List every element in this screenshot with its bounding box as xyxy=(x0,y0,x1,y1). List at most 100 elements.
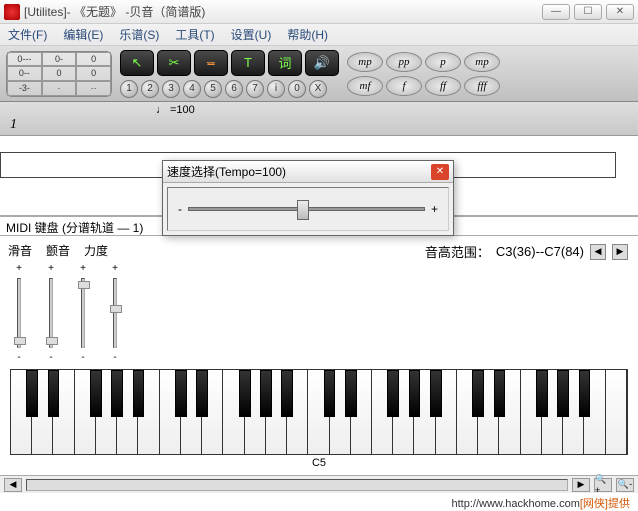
tempo-slider-thumb[interactable] xyxy=(297,200,309,220)
dynamic-button[interactable]: mp xyxy=(464,52,500,72)
vibrato-slider[interactable] xyxy=(49,278,53,348)
velocity-label: 力度 xyxy=(84,242,108,259)
menu-edit[interactable]: 编辑(E) xyxy=(59,24,107,45)
close-button[interactable]: ✕ xyxy=(606,4,634,20)
duration-cell[interactable]: -3- xyxy=(7,81,42,96)
pitch-left-button[interactable]: ◀ xyxy=(590,244,606,260)
menu-setup[interactable]: 设置(U) xyxy=(227,24,276,45)
black-key[interactable] xyxy=(557,370,569,417)
status-bar: ◀ ▶ 🔍+ 🔍- xyxy=(0,475,638,493)
black-key[interactable] xyxy=(196,370,208,417)
duration-cell[interactable]: · xyxy=(42,81,77,96)
black-key[interactable] xyxy=(324,370,336,417)
pointer-tool[interactable]: ↖ xyxy=(120,50,154,76)
num-button[interactable]: X xyxy=(309,80,327,98)
menu-file[interactable]: 文件(F) xyxy=(4,24,51,45)
black-key[interactable] xyxy=(239,370,251,417)
pitch-range-label: 音高范围： xyxy=(425,242,490,261)
zoom-out-button[interactable]: 🔍- xyxy=(616,478,634,492)
menu-bar: 文件(F) 编辑(E) 乐谱(S) 工具(T) 设置(U) 帮助(H) xyxy=(0,24,638,46)
pitch-right-button[interactable]: ▶ xyxy=(612,244,628,260)
num-button[interactable]: 4 xyxy=(183,80,201,98)
duration-cell[interactable]: 0 xyxy=(76,66,111,81)
sound-tool[interactable]: 🔊 xyxy=(305,50,339,76)
cut-tool[interactable]: ✂ xyxy=(157,50,191,76)
plus-icon: + xyxy=(16,263,22,274)
num-button[interactable]: 0 xyxy=(288,80,306,98)
black-key[interactable] xyxy=(26,370,38,417)
hscrollbar[interactable] xyxy=(26,479,568,491)
black-key[interactable] xyxy=(579,370,591,417)
scroll-left-button[interactable]: ◀ xyxy=(4,478,22,492)
duration-cell[interactable]: 0 xyxy=(42,66,77,81)
num-button[interactable]: 6 xyxy=(225,80,243,98)
black-key[interactable] xyxy=(494,370,506,417)
vibrato-thumb[interactable] xyxy=(46,337,58,345)
lyric-tool[interactable]: 词 xyxy=(268,50,302,76)
black-key[interactable] xyxy=(409,370,421,417)
duration-cell[interactable]: 0-- xyxy=(7,66,42,81)
black-key[interactable] xyxy=(90,370,102,417)
zoom-in-button[interactable]: 🔍+ xyxy=(594,478,612,492)
maximize-button[interactable]: ☐ xyxy=(574,4,602,20)
black-key[interactable] xyxy=(430,370,442,417)
num-button[interactable]: 5 xyxy=(204,80,222,98)
menu-score[interactable]: 乐谱(S) xyxy=(115,24,163,45)
dynamic-button[interactable]: p xyxy=(425,52,461,72)
c5-label: C5 xyxy=(10,455,628,469)
black-key[interactable] xyxy=(281,370,293,417)
black-key[interactable] xyxy=(345,370,357,417)
tempo-close-button[interactable]: ✕ xyxy=(431,164,449,180)
white-key[interactable] xyxy=(606,370,627,454)
velocity-thumb[interactable] xyxy=(78,281,90,289)
duration-cell[interactable]: 0--- xyxy=(7,52,42,67)
dynamic-button[interactable]: ff xyxy=(425,76,461,96)
velocity-thumb-2[interactable] xyxy=(110,305,122,313)
black-key[interactable] xyxy=(175,370,187,417)
tempo-dialog-titlebar[interactable]: 速度选择(Tempo=100) ✕ xyxy=(163,161,453,183)
num-button[interactable]: 2 xyxy=(141,80,159,98)
tempo-slider[interactable] xyxy=(188,207,425,211)
num-button[interactable]: 3 xyxy=(162,80,180,98)
dynamic-button[interactable]: mp xyxy=(347,52,383,72)
num-button[interactable]: ⅰ xyxy=(267,80,285,98)
black-key[interactable] xyxy=(387,370,399,417)
minimize-button[interactable]: — xyxy=(542,4,570,20)
velocity-slider[interactable] xyxy=(81,278,85,348)
duration-grid: 0--- 0- 0 0-- 0 0 -3- · ·· xyxy=(6,51,112,97)
velocity-slider-2[interactable] xyxy=(113,278,117,348)
num-button[interactable]: 1 xyxy=(120,80,138,98)
minus-icon: - xyxy=(113,352,116,363)
dynamics-group: mp pp p mp mf f ff fff xyxy=(347,52,500,96)
note-icon: ♩ xyxy=(156,104,167,116)
footer: http://www.hackhome.com[网侠]提供 xyxy=(0,493,638,511)
black-key[interactable] xyxy=(133,370,145,417)
minus-icon: - xyxy=(81,352,84,363)
tempo-plus-label: + xyxy=(431,202,438,216)
metronome-tool[interactable]: ⏕ xyxy=(194,50,228,76)
num-button[interactable]: 7 xyxy=(246,80,264,98)
text-tool[interactable]: T xyxy=(231,50,265,76)
black-key[interactable] xyxy=(260,370,272,417)
duration-cell[interactable]: 0- xyxy=(42,52,77,67)
glide-slider[interactable] xyxy=(17,278,21,348)
plus-icon: + xyxy=(80,263,86,274)
black-key[interactable] xyxy=(536,370,548,417)
minus-icon: - xyxy=(17,352,20,363)
dynamic-button[interactable]: fff xyxy=(464,76,500,96)
vibrato-label: 颤音 xyxy=(46,242,70,259)
black-key[interactable] xyxy=(111,370,123,417)
scroll-right-button[interactable]: ▶ xyxy=(572,478,590,492)
duration-cell[interactable]: 0 xyxy=(76,52,111,67)
dynamic-button[interactable]: pp xyxy=(386,52,422,72)
tempo-minus-label: - xyxy=(178,202,182,216)
dynamic-button[interactable]: mf xyxy=(347,76,383,96)
menu-help[interactable]: 帮助(H) xyxy=(283,24,332,45)
piano-keyboard[interactable] xyxy=(10,369,628,455)
menu-tool[interactable]: 工具(T) xyxy=(171,24,218,45)
black-key[interactable] xyxy=(48,370,60,417)
duration-cell[interactable]: ·· xyxy=(76,81,111,96)
black-key[interactable] xyxy=(472,370,484,417)
dynamic-button[interactable]: f xyxy=(386,76,422,96)
glide-thumb[interactable] xyxy=(14,337,26,345)
